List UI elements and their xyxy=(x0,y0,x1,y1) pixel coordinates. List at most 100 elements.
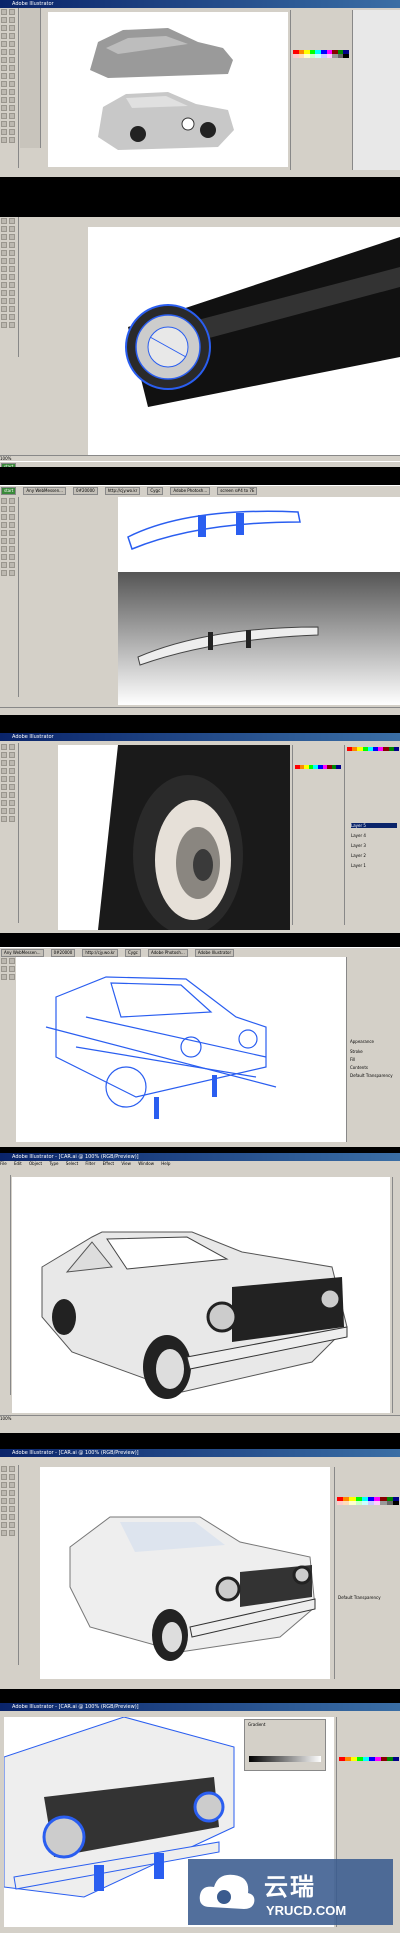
title-bar: Adobe Illustrator - [CAR.ai @ 100% (RGB/… xyxy=(0,1449,400,1457)
title-bar: Adobe Illustrator xyxy=(0,733,400,741)
taskbar-item[interactable]: Adobe Illustrator xyxy=(194,949,235,957)
appearance-panel[interactable]: Appearance Stroke Fill Contents Default … xyxy=(346,957,400,1142)
menu-file[interactable]: File xyxy=(0,1161,7,1166)
layers-panel[interactable]: Layer 5 Layer 4 Layer 3 Layer 2 Layer 1 xyxy=(344,745,400,925)
taskbar-item[interactable]: Cygc xyxy=(124,949,141,957)
appearance-default-transparency: Default Transparency xyxy=(338,1595,381,1600)
separator xyxy=(0,467,400,485)
right-panels[interactable] xyxy=(290,10,351,170)
separator xyxy=(0,933,400,947)
taskbar-item[interactable]: Any WebMessen... xyxy=(23,487,66,495)
menu-help[interactable]: Help xyxy=(161,1161,170,1166)
separator xyxy=(0,715,400,733)
title-bar: Adobe Illustrator - [CAR.ai @ 100% (RGB/… xyxy=(0,1153,400,1161)
car-final-illustration xyxy=(69,1516,316,1661)
separator xyxy=(0,177,400,217)
panel-wheel: Adobe Illustrator Layer 5 Layer 4 Layer … xyxy=(0,733,400,933)
appearance-fill[interactable]: Fill xyxy=(350,1057,355,1062)
menu-edit[interactable]: Edit xyxy=(14,1161,22,1166)
artboard[interactable] xyxy=(88,227,400,457)
swatches-panel[interactable] xyxy=(293,50,349,58)
far-right-strip xyxy=(352,10,400,170)
start-button[interactable]: start xyxy=(1,487,17,495)
panel-car-outline: Any WebMessen... 0#20000 http://cjy.wo.k… xyxy=(0,947,400,1147)
taskbar-item[interactable]: Cygc xyxy=(147,487,164,495)
car-render-illustration xyxy=(41,1231,348,1399)
menu-bar[interactable]: File Edit Object Type Select Filter Effe… xyxy=(0,1161,400,1168)
status-bar xyxy=(0,707,400,714)
car-body-illustration xyxy=(90,28,234,150)
car-outline-illustration xyxy=(45,976,277,1119)
taskbar-item[interactable]: Any WebMessen... xyxy=(1,949,44,957)
artboard[interactable] xyxy=(58,745,290,933)
separator xyxy=(0,1689,400,1703)
taskbar-item[interactable]: screen s#4 to 7E xyxy=(217,487,258,495)
right-panels[interactable] xyxy=(392,1177,400,1413)
taskbar[interactable]: start Any WebMessen... 0#20000 http://cj… xyxy=(0,485,400,495)
appearance-stroke[interactable]: Stroke xyxy=(350,1049,363,1054)
appearance-default-transparency: Default Transparency xyxy=(350,1073,393,1078)
menu-object[interactable]: Object xyxy=(29,1161,42,1166)
watermark-brand: 云瑞 xyxy=(264,1873,316,1901)
artboard[interactable] xyxy=(16,957,346,1142)
menu-view[interactable]: View xyxy=(121,1161,131,1166)
title-bar: Adobe Illustrator xyxy=(0,0,400,8)
gradient-slider[interactable] xyxy=(249,1756,321,1762)
appearance-title: Appearance xyxy=(350,1039,375,1044)
toolbox[interactable] xyxy=(0,1465,19,1665)
layer-row[interactable]: Layer 1 xyxy=(351,863,366,868)
watermark-url: YRUCD.COM xyxy=(266,1903,347,1918)
taskbar-item[interactable]: Adobe Photosh... xyxy=(147,949,188,957)
artboard[interactable] xyxy=(48,12,288,167)
panel-car-render: Adobe Illustrator - [CAR.ai @ 100% (RGB/… xyxy=(0,1153,400,1433)
right-panels[interactable] xyxy=(292,745,343,925)
menu-select[interactable]: Select xyxy=(66,1161,78,1166)
window-title: Adobe Illustrator - [CAR.ai @ 100% (RGB/… xyxy=(12,1154,139,1160)
panel-bumper: start Any WebMessen... 0#20000 http://cj… xyxy=(0,485,400,715)
toolbox[interactable] xyxy=(0,1175,11,1395)
layer-row[interactable]: Layer 3 xyxy=(351,843,366,848)
toolbox[interactable] xyxy=(0,497,19,697)
title-bar: Adobe Illustrator - [CAR.ai @ 100% (RGB/… xyxy=(0,1703,400,1711)
gradient-panel[interactable]: Gradient xyxy=(244,1719,326,1771)
taskbar-item[interactable]: Adobe Photosh... xyxy=(170,487,211,495)
taskbar-item[interactable]: 0#20000 xyxy=(73,487,98,495)
wheel-illustration xyxy=(98,745,290,933)
artboard[interactable] xyxy=(118,497,400,705)
layer-row[interactable]: Layer 2 xyxy=(351,853,366,858)
window-title: Adobe Illustrator xyxy=(12,1,54,7)
headlight-illustration xyxy=(125,237,400,407)
right-panels[interactable]: Default Transparency xyxy=(334,1467,400,1679)
taskbar[interactable]: Any WebMessen... 0#20000 http://cjy.wo.k… xyxy=(0,947,400,957)
toolbox[interactable] xyxy=(0,8,19,168)
gradient-title: Gradient xyxy=(248,1722,266,1727)
swatches-panel[interactable] xyxy=(295,765,341,769)
menu-type[interactable]: Type xyxy=(49,1161,58,1166)
panel-car-body: Adobe Illustrator xyxy=(0,0,400,177)
taskbar-item[interactable]: http://cjy.wo.kr xyxy=(104,487,141,495)
panel-headlight: 100% start xyxy=(0,217,400,467)
toolbox-secondary[interactable] xyxy=(20,8,41,148)
layer-row[interactable]: Layer 4 xyxy=(351,833,366,838)
swatches-panel[interactable] xyxy=(347,747,399,751)
cloud-logo-icon xyxy=(199,1874,255,1909)
toolbox[interactable] xyxy=(0,217,19,357)
artboard[interactable] xyxy=(40,1467,330,1679)
separator xyxy=(0,1433,400,1449)
toolbox[interactable] xyxy=(0,743,19,923)
menu-effect[interactable]: Effect xyxy=(103,1161,115,1166)
artboard[interactable] xyxy=(12,1177,390,1413)
watermark: 云瑞 YRUCD.COM xyxy=(188,1859,393,1925)
bumper-illustration xyxy=(118,510,400,705)
swatches-panel[interactable] xyxy=(339,1757,399,1761)
menu-window[interactable]: Window xyxy=(138,1161,154,1166)
swatches-panel[interactable] xyxy=(337,1497,399,1505)
zoom-readout: 100% xyxy=(0,1416,12,1421)
window-title: Adobe Illustrator - [CAR.ai @ 100% (RGB/… xyxy=(12,1450,139,1456)
menu-filter[interactable]: Filter xyxy=(85,1161,95,1166)
status-bar: 100% xyxy=(0,1415,400,1422)
taskbar-item[interactable]: http://cjy.wo.kr xyxy=(82,949,118,957)
appearance-contents: Contents xyxy=(350,1065,368,1070)
taskbar-item[interactable]: 0#20000 xyxy=(50,949,76,957)
layer-row[interactable]: Layer 5 xyxy=(351,823,397,828)
